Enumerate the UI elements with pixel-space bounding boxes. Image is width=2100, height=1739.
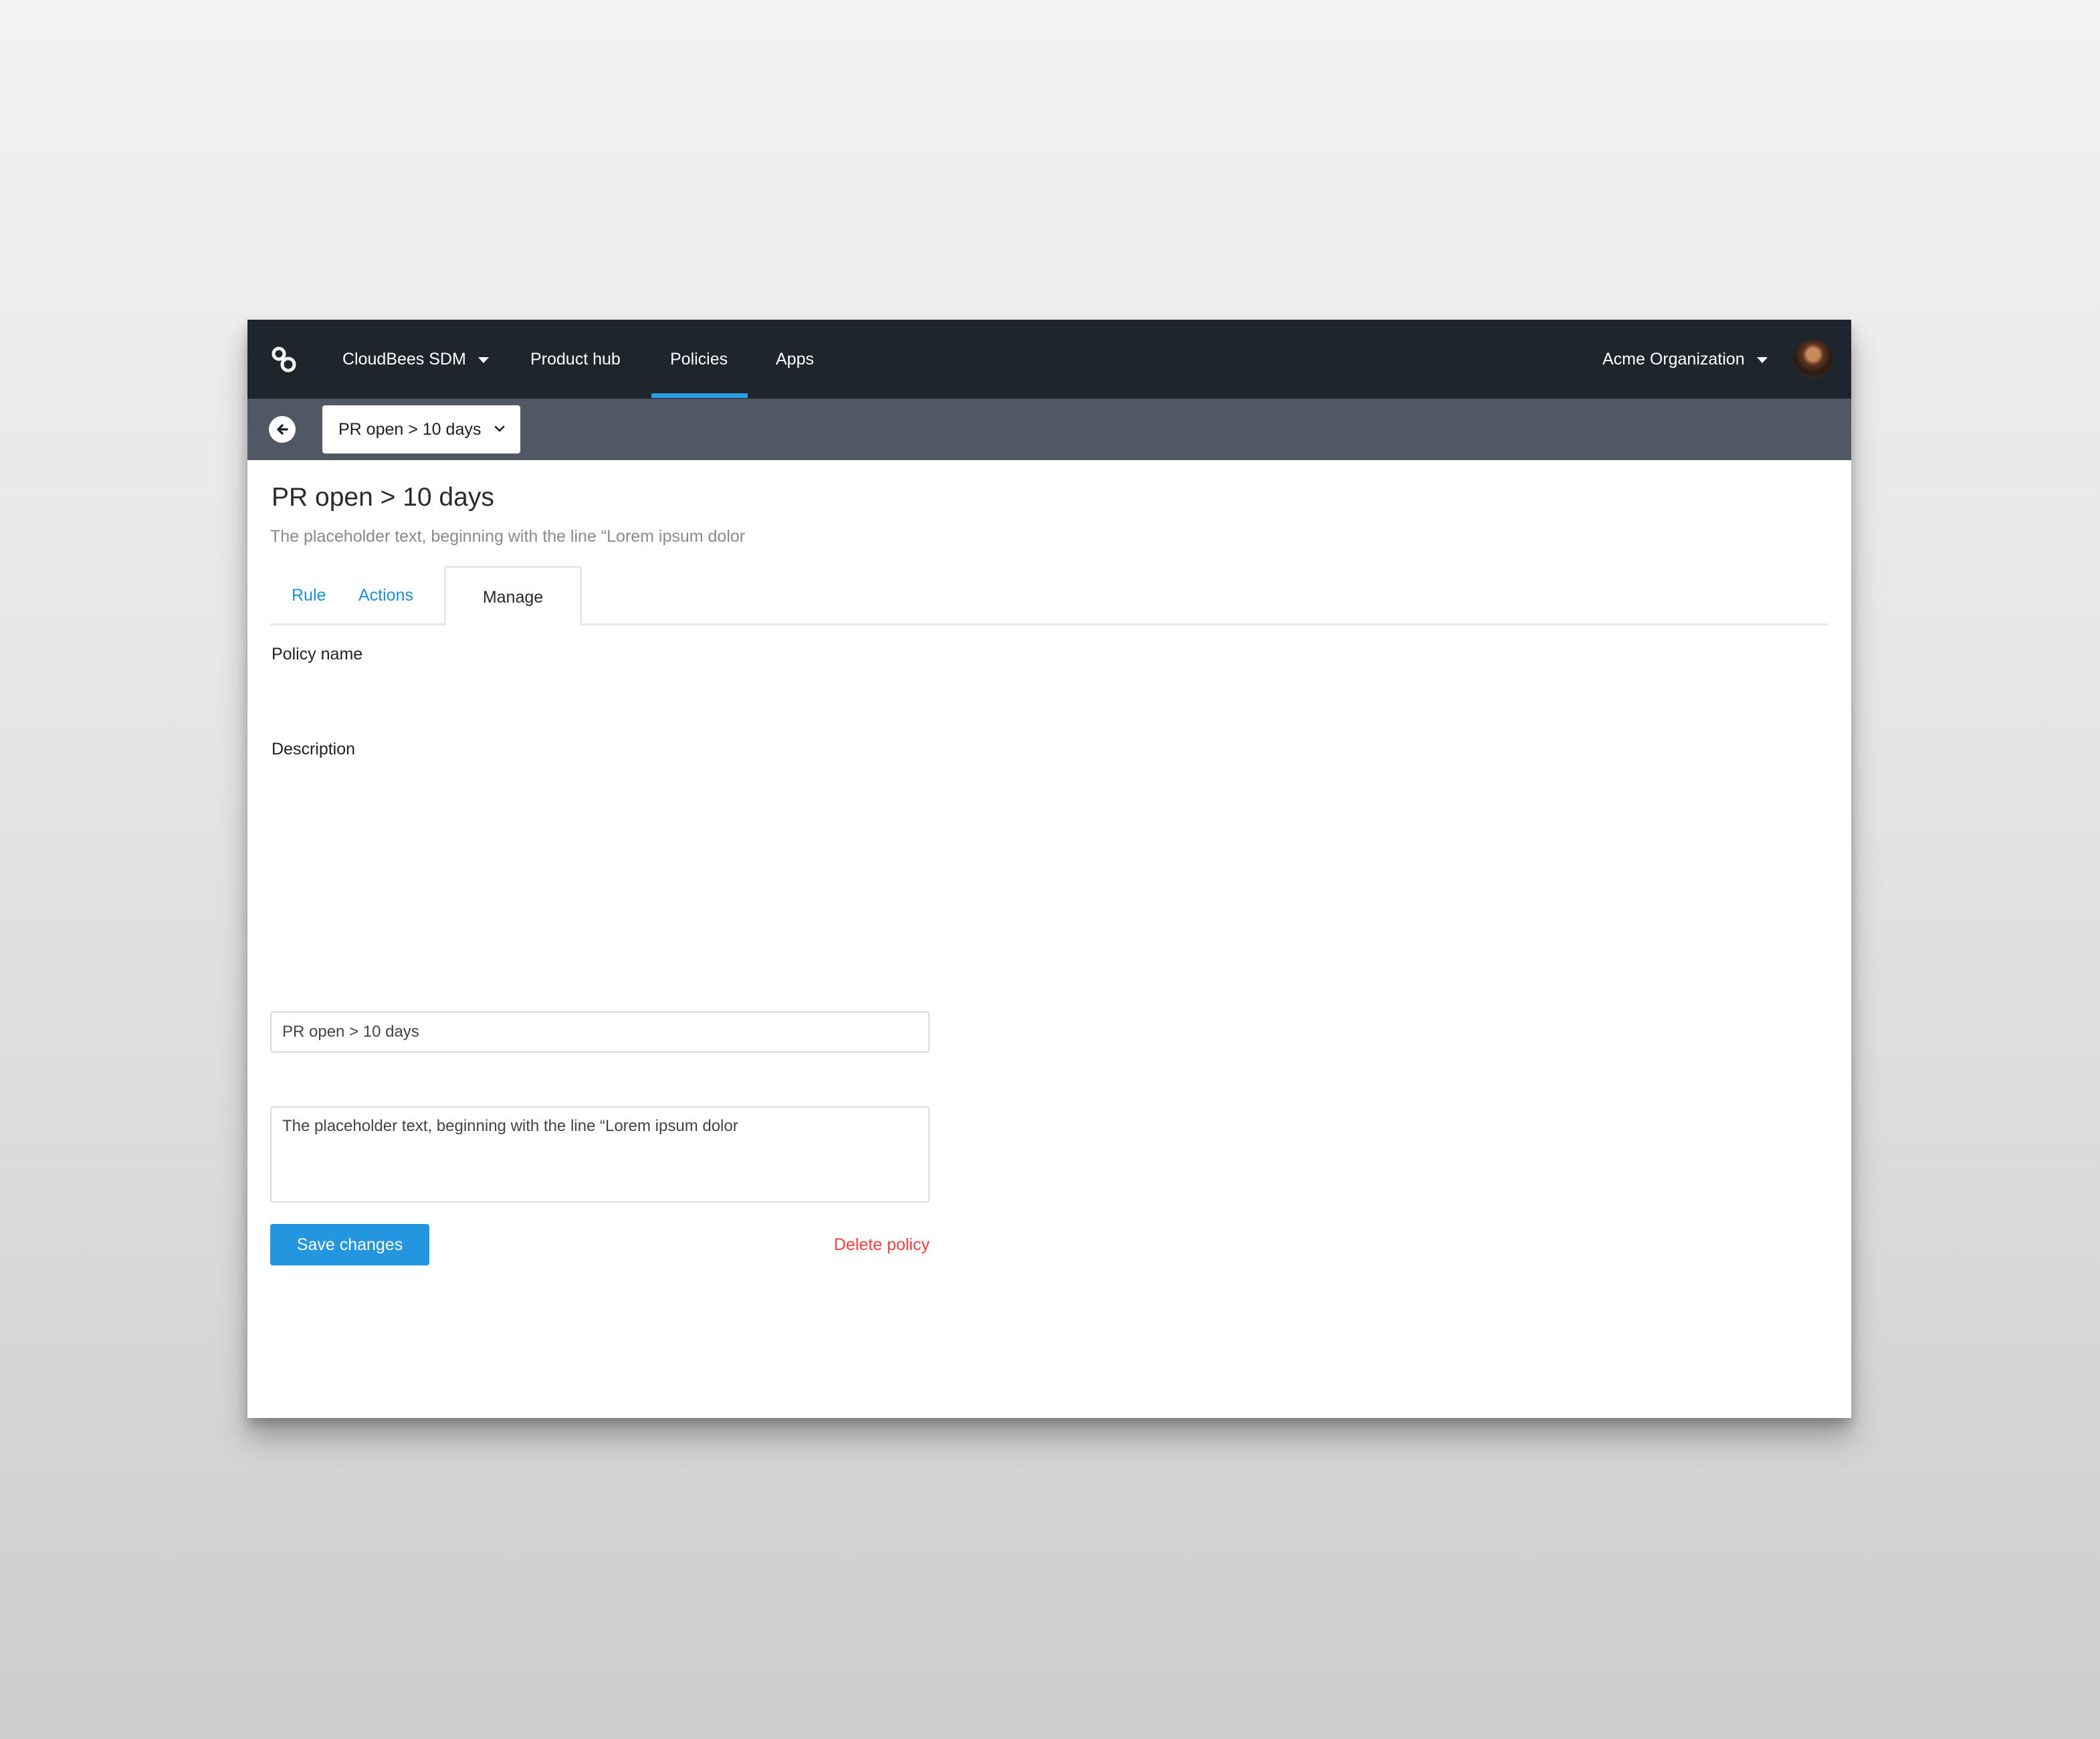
app-window: CloudBees SDM Product hub Policies Apps … (247, 320, 1851, 1418)
page-subtitle: The placeholder text, beginning with the… (270, 527, 746, 546)
user-avatar[interactable] (1794, 340, 1832, 379)
top-navigation: CloudBees SDM Product hub Policies Apps … (247, 320, 1851, 399)
product-switcher[interactable]: CloudBees SDM (342, 320, 489, 399)
context-bar: PR open > 10 days (247, 399, 1851, 460)
organization-switcher[interactable]: Acme Organization (1602, 320, 1768, 399)
tab-manage[interactable]: Manage (444, 566, 582, 625)
caret-down-icon (478, 356, 489, 363)
nav-item-policies[interactable]: Policies (670, 320, 728, 399)
cloudbees-logo-icon[interactable] (270, 345, 298, 373)
nav-active-indicator (651, 393, 748, 398)
description-label: Description (272, 740, 356, 758)
nav-item-apps[interactable]: Apps (776, 320, 814, 399)
caret-down-icon (1756, 356, 1768, 363)
policy-name-input[interactable] (270, 1011, 930, 1053)
arrow-left-icon (277, 424, 288, 435)
policy-select[interactable]: PR open > 10 days (322, 405, 520, 453)
delete-policy-label: Delete policy (833, 1235, 930, 1254)
page-title: PR open > 10 days (272, 483, 494, 512)
policy-select-value: PR open > 10 days (338, 420, 482, 439)
tab-rule[interactable]: Rule (292, 566, 326, 625)
nav-item-product-hub[interactable]: Product hub (530, 320, 621, 399)
tab-bar: Rule Actions Manage (270, 566, 1828, 626)
tab-actions[interactable]: Actions (358, 566, 413, 625)
description-textarea[interactable]: The placeholder text, beginning with the… (270, 1106, 930, 1203)
policy-name-label: Policy name (272, 645, 363, 663)
organization-label: Acme Organization (1602, 350, 1745, 369)
delete-policy-link[interactable]: Delete policy (270, 1224, 930, 1265)
back-button[interactable] (269, 416, 296, 443)
product-switcher-label: CloudBees SDM (342, 350, 466, 369)
chevron-down-icon (494, 425, 505, 432)
